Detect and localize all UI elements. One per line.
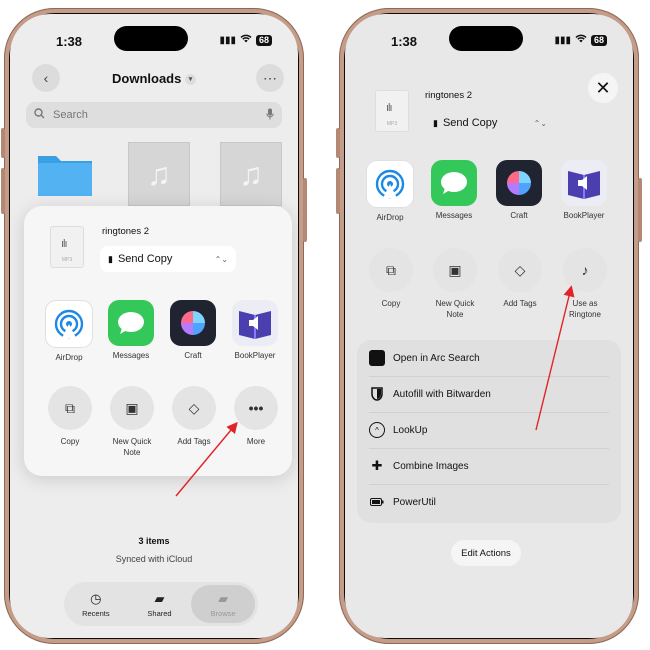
annotation-overlay [175, 285, 575, 497]
annotation-arrow [535, 285, 575, 431]
annotation-arrow [175, 421, 238, 497]
